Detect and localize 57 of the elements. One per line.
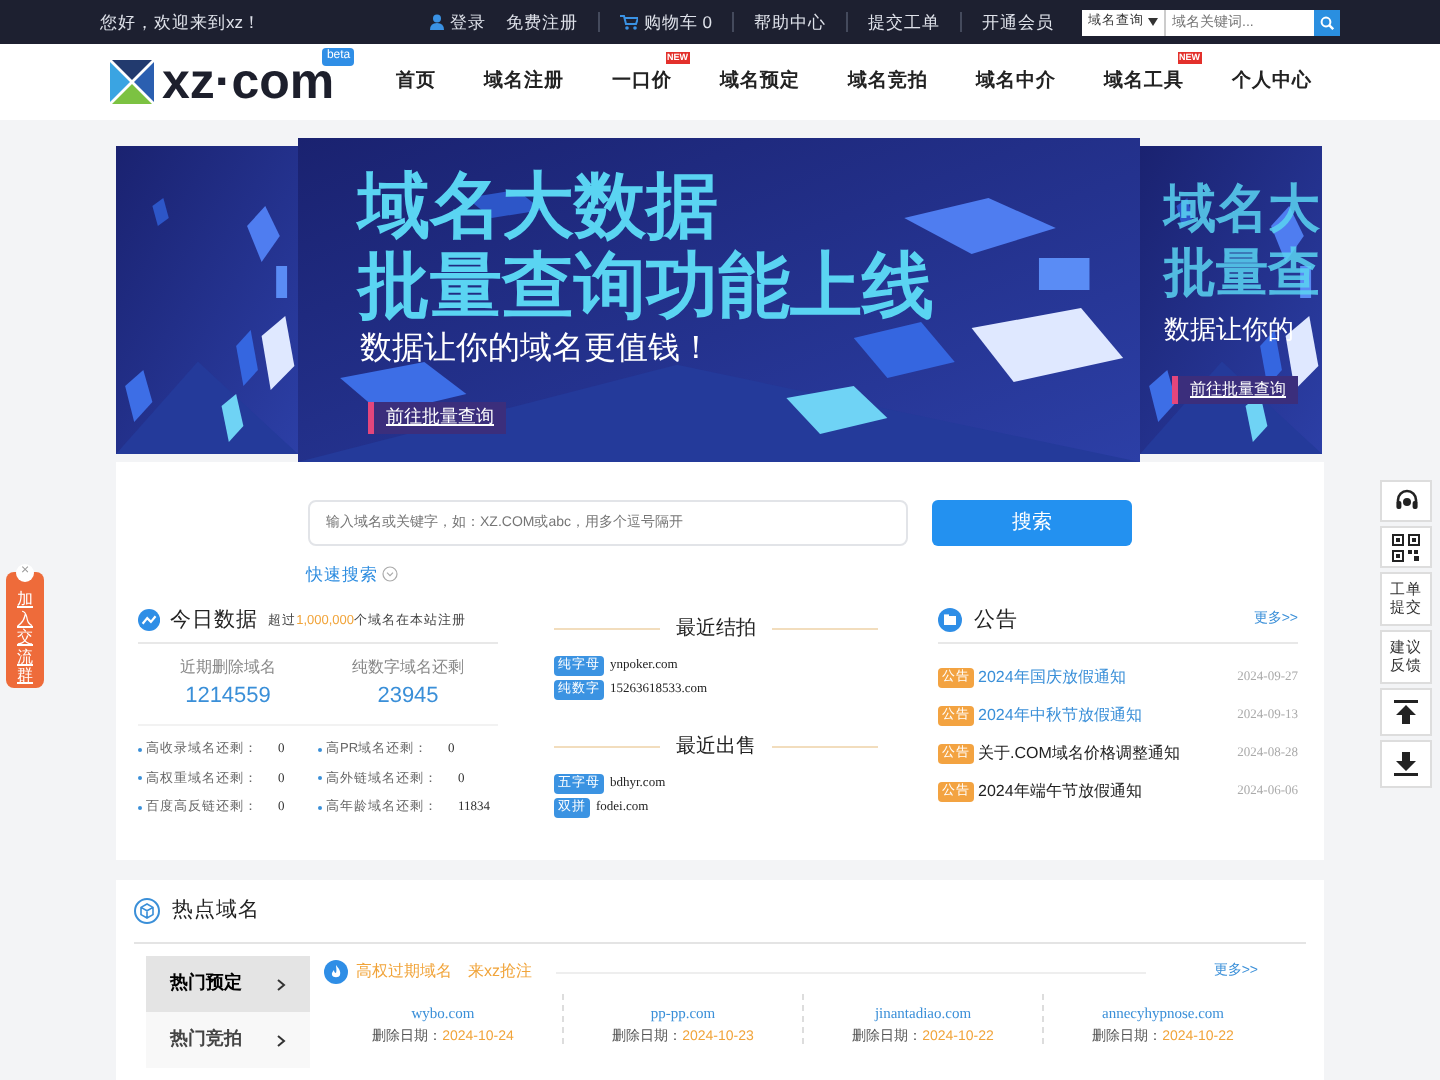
nav-link[interactable]: 域名竞拍 <box>848 69 928 92</box>
top-bar-link[interactable]: 购物车 0 <box>619 9 712 35</box>
top-bar-link[interactable]: 帮助中心 <box>754 9 826 35</box>
section-title: 最近出售 <box>676 733 756 761</box>
greeting-text: 您好，欢迎来到xz！ <box>100 9 261 35</box>
notice-link[interactable]: 2024年中秋节放假通知 <box>978 703 1142 728</box>
chevron-right-icon <box>276 977 286 991</box>
nav-link[interactable]: 域名注册 <box>484 69 564 92</box>
promo-text: 来xz抢注 <box>468 960 532 984</box>
top-bar-link[interactable]: 登录 <box>429 9 486 35</box>
nav-link[interactable]: 域名预定 <box>720 69 800 92</box>
nav-link[interactable]: 域名工具 <box>1104 69 1184 92</box>
nav-link[interactable]: 个人中心 <box>1232 69 1312 92</box>
qr-code-icon <box>1392 533 1420 561</box>
category-tab[interactable]: 热门竞拍 <box>146 1012 310 1068</box>
top-bar-link[interactable]: 免费注册 <box>505 9 578 35</box>
trend-icon <box>138 608 161 633</box>
stat-value: 1214559 <box>183 682 273 713</box>
cart-icon <box>619 14 638 30</box>
section-title: 公告 <box>974 605 1018 635</box>
banner-title: 域名大 <box>1164 178 1320 238</box>
search-icon <box>1320 15 1334 29</box>
search-button[interactable] <box>1314 9 1340 35</box>
scroll-bottom-icon <box>1394 751 1418 775</box>
banner-title: 批量查 <box>1164 242 1320 302</box>
scroll-top-icon <box>1394 699 1418 723</box>
section-title: 热点域名 <box>172 895 260 926</box>
category-tab[interactable]: 热门预定 <box>146 956 310 1012</box>
caret-icon <box>1148 18 1158 26</box>
nav-link[interactable]: 首页 <box>396 69 436 92</box>
section-title: 最近结拍 <box>676 615 756 643</box>
top-bar-link[interactable]: 提交工单 <box>868 9 940 35</box>
stat-label: 纯数字域名还剩 <box>350 656 466 681</box>
flame-icon <box>324 960 348 984</box>
side-tool-button[interactable] <box>1380 687 1432 735</box>
nav-link[interactable]: 一口价 <box>612 69 672 92</box>
promo-text: 高权过期域名 <box>356 960 452 984</box>
banner-subtitle: 数据让你的 <box>1164 312 1294 348</box>
quick-search-link[interactable]: 快速搜索 <box>306 562 398 588</box>
banner-button[interactable]: 前往批量查询 <box>1172 376 1298 404</box>
notice-link[interactable]: 2024年端午节放假通知 <box>978 779 1142 804</box>
headset-icon <box>1393 488 1419 514</box>
stat-label: 近期删除域名 <box>178 656 278 681</box>
stat-value: 23945 <box>375 682 441 713</box>
chevron-down-icon <box>382 566 398 583</box>
notice-link[interactable]: 关于.COM域名价格调整通知 <box>978 741 1180 766</box>
logo-icon <box>108 58 156 106</box>
side-tool-button[interactable] <box>1380 739 1432 787</box>
section-title: 今日数据 <box>170 605 259 635</box>
top-bar-link[interactable]: 开通会员 <box>982 9 1054 35</box>
cube-icon <box>134 898 160 924</box>
folder-icon <box>938 608 962 633</box>
side-tool-button[interactable] <box>1380 526 1432 568</box>
user-icon <box>429 14 444 30</box>
side-tool-button[interactable] <box>1380 480 1432 522</box>
chevron-right-icon <box>276 1033 286 1047</box>
nav-link[interactable]: 域名中介 <box>976 69 1056 92</box>
